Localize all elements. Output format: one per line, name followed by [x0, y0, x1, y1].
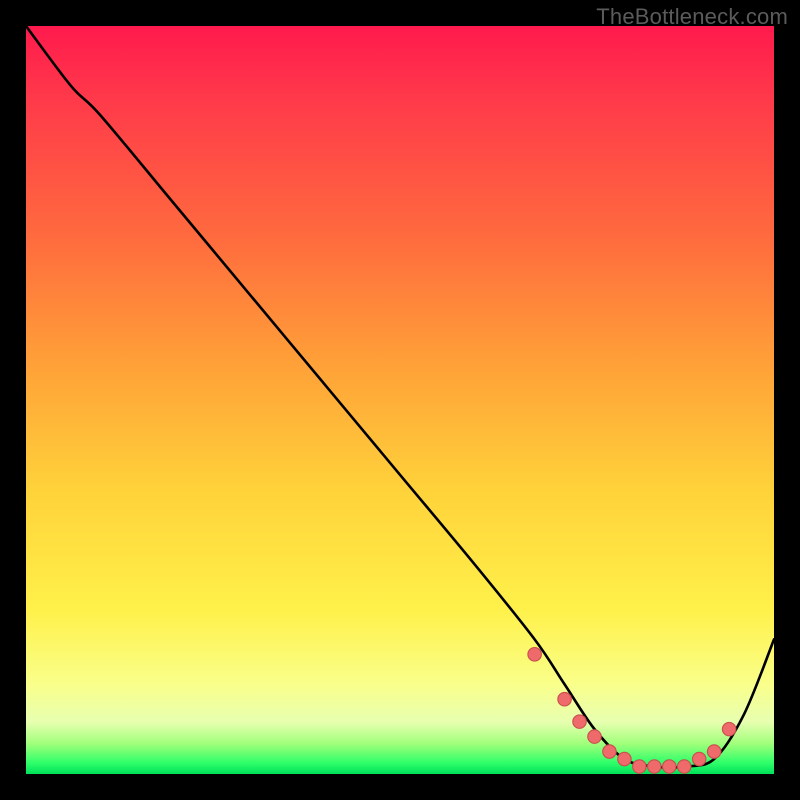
chart-frame: TheBottleneck.com	[0, 0, 800, 800]
watermark-text: TheBottleneck.com	[596, 4, 788, 30]
plot-gradient-background	[26, 26, 774, 774]
